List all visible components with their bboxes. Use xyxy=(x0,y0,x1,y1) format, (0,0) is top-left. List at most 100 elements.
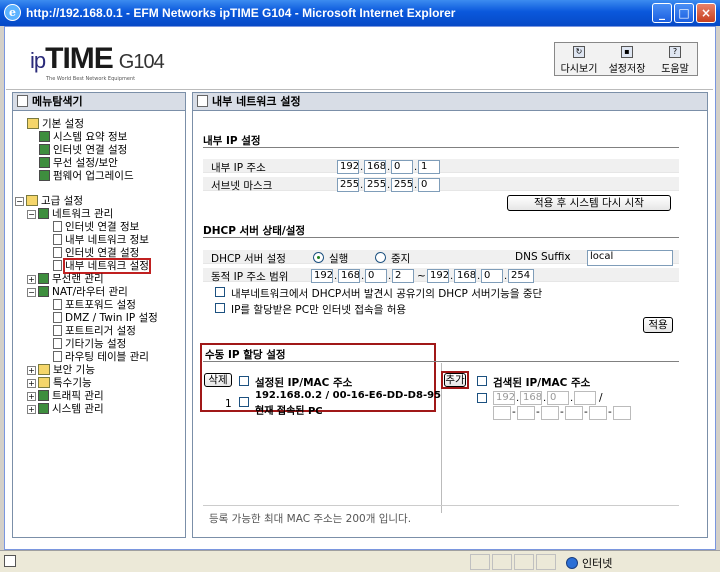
manual-mac-6[interactable] xyxy=(613,406,631,420)
page-icon xyxy=(53,299,62,310)
folder-icon xyxy=(26,195,38,206)
menu-traffic[interactable]: + 트래픽 관리 xyxy=(27,390,104,402)
close-button[interactable]: × xyxy=(696,3,716,23)
network-icon xyxy=(39,144,50,155)
entry-description: 현재 접속된 PC xyxy=(255,406,323,417)
allow-assigned-only-checkbox[interactable] xyxy=(215,303,225,313)
add-button[interactable]: 추가 xyxy=(444,373,466,387)
dns-suffix-input[interactable]: local xyxy=(587,250,673,266)
menu-lan-info[interactable]: 내부 네트워크 정보 xyxy=(53,234,149,246)
menu-explorer-header: 메뉴탐색기 xyxy=(13,93,185,111)
manual-ip-2[interactable]: 168 xyxy=(520,391,542,405)
minimize-button[interactable]: _ xyxy=(652,3,672,23)
status-bar: 인터넷 xyxy=(0,550,720,572)
dns-suffix-label: DNS Suffix xyxy=(515,251,571,263)
apply-restart-button[interactable]: 적용 후 시스템 다시 시작 xyxy=(507,195,671,211)
range-start-2[interactable]: 168 xyxy=(338,269,360,283)
expand-icon: + xyxy=(27,392,36,401)
menu-internet-info[interactable]: 인터넷 연결 정보 xyxy=(53,221,139,233)
network-icon xyxy=(38,208,49,219)
menu-wireless[interactable]: + 무선랜 관리 xyxy=(27,273,104,285)
mask-octet-2[interactable]: 255 xyxy=(364,178,386,192)
menu-security[interactable]: + 보안 기능 xyxy=(27,364,95,376)
menu-explorer: 메뉴탐색기 기본 설정 시스템 요약 정보 인터넷 연결 설정 무선 설정/보안… xyxy=(12,92,186,538)
menu-network[interactable]: − 네트워크 관리 xyxy=(27,208,113,220)
router-icon xyxy=(38,286,49,297)
menu-nat[interactable]: − NAT/라우터 관리 xyxy=(27,286,128,298)
content-header: 내부 네트워크 설정 xyxy=(193,93,707,111)
manual-mac-1[interactable] xyxy=(493,406,511,420)
range-end-2[interactable]: 168 xyxy=(454,269,476,283)
mask-octet-4[interactable]: 0 xyxy=(418,178,440,192)
range-end-4[interactable]: 254 xyxy=(508,269,534,283)
ip-mac-slash: / xyxy=(599,392,603,404)
page-icon xyxy=(53,221,62,232)
ip-octet-3[interactable]: 0 xyxy=(391,160,413,174)
range-end-3[interactable]: 0 xyxy=(481,269,503,283)
range-start-1[interactable]: 192 xyxy=(311,269,333,283)
manual-mac-5[interactable] xyxy=(589,406,607,420)
manual-mac-2[interactable] xyxy=(517,406,535,420)
page-icon xyxy=(53,338,62,349)
help-button[interactable]: ? 도움말 xyxy=(653,43,697,75)
ip-octet-1[interactable]: 192 xyxy=(337,160,359,174)
manual-entry-checkbox[interactable] xyxy=(477,393,487,403)
menu-special[interactable]: + 특수기능 xyxy=(27,377,92,389)
system-icon xyxy=(38,403,49,414)
dhcp-run-radio[interactable] xyxy=(313,252,324,263)
range-end-1[interactable]: 192 xyxy=(427,269,449,283)
ip-octet-2[interactable]: 168 xyxy=(364,160,386,174)
menu-routing-table[interactable]: 라우팅 테이블 관리 xyxy=(53,351,149,363)
menu-lan-setup[interactable]: 내부 네트워크 설정 xyxy=(53,258,151,274)
firmware-icon xyxy=(39,170,50,181)
security-zone: 인터넷 xyxy=(566,555,612,571)
range-separator: ~ xyxy=(417,270,426,282)
menu-port-trigger[interactable]: 포트트리거 설정 xyxy=(53,325,136,337)
manual-ip-1[interactable]: 192 xyxy=(493,391,515,405)
dhcp-stop-radio[interactable] xyxy=(375,252,386,263)
mask-octet-1[interactable]: 255 xyxy=(337,178,359,192)
dhcp-apply-button[interactable]: 적용 xyxy=(643,317,673,333)
mask-octet-3[interactable]: 255 xyxy=(391,178,413,192)
menu-internet-setup[interactable]: 인터넷 연결 설정 xyxy=(39,144,127,156)
menu-system-summary[interactable]: 시스템 요약 정보 xyxy=(39,131,127,143)
manual-mac-3[interactable] xyxy=(541,406,559,420)
page-done-icon xyxy=(4,555,16,567)
select-all-search-checkbox[interactable] xyxy=(477,376,487,386)
menu-misc[interactable]: 기타기능 설정 xyxy=(53,338,126,350)
range-start-3[interactable]: 0 xyxy=(365,269,387,283)
menu-port-forward[interactable]: 포트포워드 설정 xyxy=(53,299,136,311)
entry-checkbox[interactable] xyxy=(239,397,249,407)
page-icon xyxy=(53,325,62,336)
page-icon xyxy=(53,260,62,271)
select-all-set-checkbox[interactable] xyxy=(239,376,249,386)
menu-wireless-setup[interactable]: 무선 설정/보안 xyxy=(39,157,118,169)
maximize-button[interactable]: □ xyxy=(674,3,694,23)
menu-dmz[interactable]: DMZ / Twin IP 설정 xyxy=(53,312,158,324)
menu-system[interactable]: + 시스템 관리 xyxy=(27,403,104,415)
manual-ip-3[interactable]: 0 xyxy=(547,391,569,405)
manual-ip-4[interactable] xyxy=(574,391,596,405)
manual-mac-4[interactable] xyxy=(565,406,583,420)
save-settings-button[interactable]: ▪ 설정저장 xyxy=(603,43,651,75)
page-icon xyxy=(53,351,62,362)
delete-button[interactable]: 삭제 xyxy=(204,373,232,387)
reload-button[interactable]: ↻ 다시보기 xyxy=(557,43,601,75)
expand-icon: + xyxy=(27,405,36,414)
dhcp-detect-label: 내부네트워크에서 DHCP서버 발견시 공유기의 DHCP 서버기능을 중단 xyxy=(231,288,543,300)
menu-internet-config[interactable]: 인터넷 연결 설정 xyxy=(53,247,139,259)
content-panel: 내부 네트워크 설정 내부 IP 설정 내부 IP 주소 서브넷 마스크 192… xyxy=(192,92,708,538)
menu-firmware-upgrade[interactable]: 펌웨어 업그레이드 xyxy=(39,170,134,182)
dhcp-detect-checkbox[interactable] xyxy=(215,287,225,297)
ip-octet-4[interactable]: 1 xyxy=(418,160,440,174)
range-start-4[interactable]: 2 xyxy=(392,269,414,283)
top-toolbar: ↻ 다시보기 ▪ 설정저장 ? 도움말 xyxy=(554,42,698,76)
page-icon xyxy=(17,95,28,107)
page-icon xyxy=(53,234,62,245)
expand-icon: + xyxy=(27,275,36,284)
page-icon xyxy=(53,247,62,258)
menu-basic[interactable]: 기본 설정 xyxy=(27,118,84,130)
menu-advanced[interactable]: − 고급 설정 xyxy=(15,195,83,207)
lock-icon xyxy=(38,364,50,375)
reload-icon: ↻ xyxy=(573,46,585,58)
